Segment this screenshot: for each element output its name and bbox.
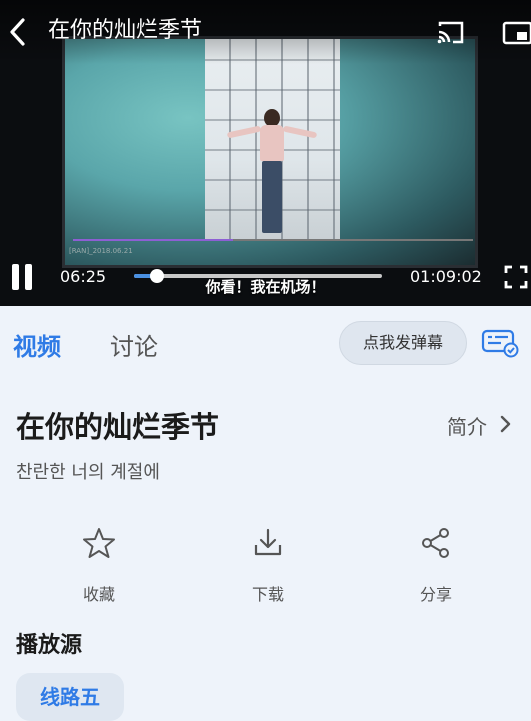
video-player[interactable]: [RAN]_2018.06.21 在你的灿烂季节 06:25 你看！我在机场！ … xyxy=(0,0,531,306)
cast-icon[interactable] xyxy=(436,20,466,46)
inner-progress-bar xyxy=(73,239,473,241)
download-button[interactable]: 下载 xyxy=(223,525,313,605)
tab-discussion[interactable]: 讨论 xyxy=(110,327,158,362)
tab-bar: 视频 讨论 点我发弹幕 xyxy=(0,306,531,380)
share-button[interactable]: 分享 xyxy=(391,525,481,605)
picture-in-picture-icon[interactable] xyxy=(502,20,531,46)
star-icon xyxy=(81,525,117,561)
scene-person xyxy=(226,109,318,239)
share-label: 分享 xyxy=(419,585,452,604)
favorite-button[interactable]: 收藏 xyxy=(54,525,144,605)
video-frame: [RAN]_2018.06.21 xyxy=(62,36,478,268)
show-title: 在你的灿烂季节 xyxy=(16,410,220,444)
tab-video[interactable]: 视频 xyxy=(13,327,61,362)
fullscreen-icon[interactable] xyxy=(504,264,528,290)
original-title: 찬란한 너의 계절에 xyxy=(16,462,160,483)
share-icon xyxy=(418,525,454,561)
video-title: 在你的灿烂季节 xyxy=(48,18,203,43)
source-section-title: 播放源 xyxy=(16,633,83,658)
favorite-label: 收藏 xyxy=(82,585,115,604)
danmaku-settings-icon[interactable] xyxy=(481,328,519,358)
source-chip[interactable]: 线路五 xyxy=(16,673,124,721)
inner-caption: [RAN]_2018.06.21 xyxy=(69,247,133,255)
download-label: 下载 xyxy=(251,585,284,604)
back-icon[interactable] xyxy=(8,16,28,48)
inner-controls: [RAN]_2018.06.21 xyxy=(65,245,475,259)
send-danmaku-button[interactable]: 点我发弹幕 xyxy=(339,321,467,365)
intro-link[interactable]: 简介 xyxy=(447,411,487,440)
total-time: 01:09:02 xyxy=(410,267,482,286)
download-icon xyxy=(250,525,286,561)
chevron-right-icon[interactable] xyxy=(498,413,512,435)
